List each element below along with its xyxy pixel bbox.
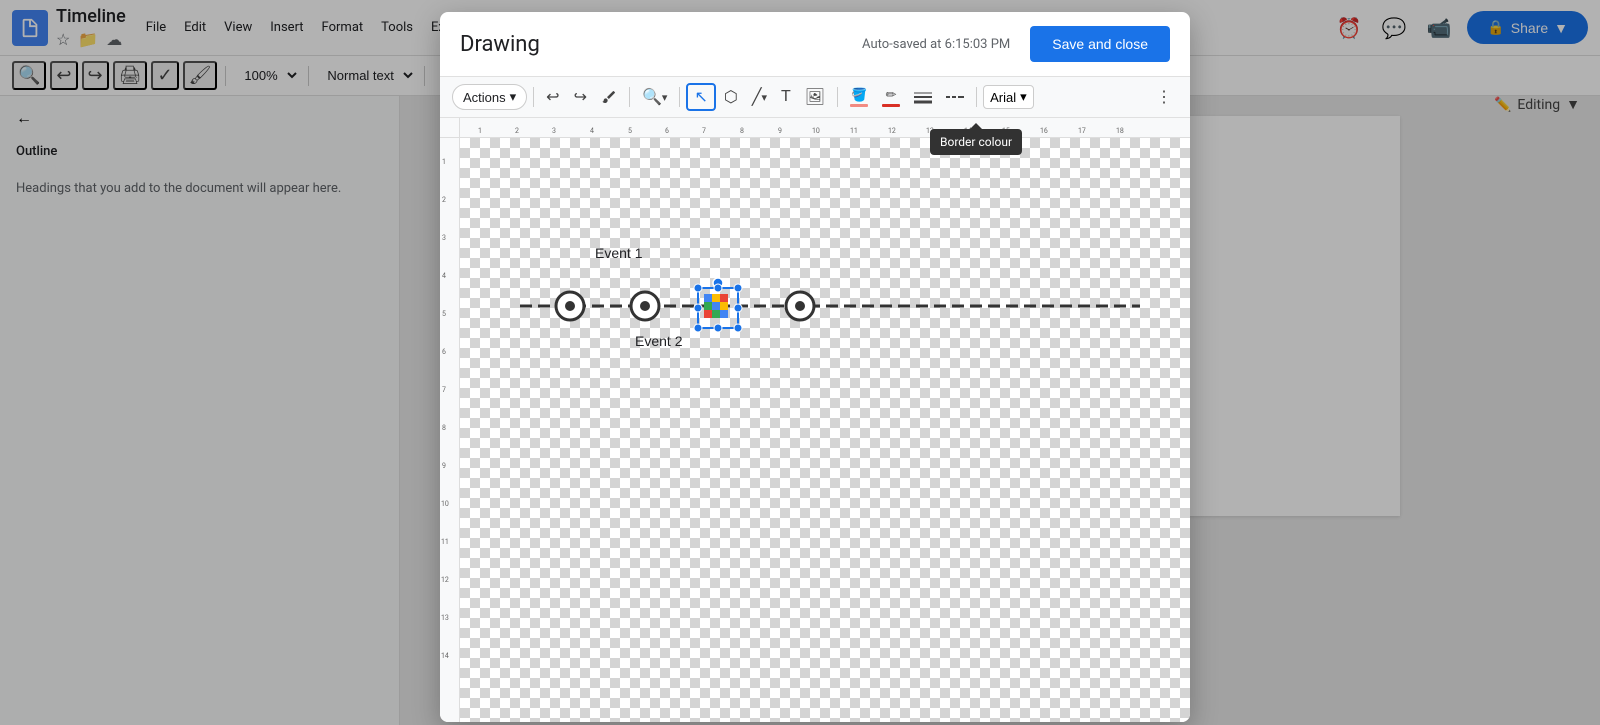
border-colour-tooltip: Border colour xyxy=(930,129,1022,155)
dialog-header: Drawing Auto-saved at 6:15:03 PM Save an… xyxy=(440,12,1190,77)
timeline-node-4-inner xyxy=(795,301,805,311)
dt-redo-btn[interactable]: ↪ xyxy=(568,83,593,111)
dt-line-weight-btn[interactable] xyxy=(908,86,938,108)
dt-paint-btn[interactable] xyxy=(595,85,623,109)
ruler-top: 1 2 3 4 5 6 7 8 9 10 11 12 13 14 15 16 1… xyxy=(460,118,1190,138)
dt-more-btn[interactable]: ⋮ xyxy=(1150,83,1178,111)
actions-chevron: ▾ xyxy=(510,89,517,105)
dt-shapes-btn[interactable]: ⬡ xyxy=(718,83,744,111)
dt-line-btn[interactable]: ╱ ▾ xyxy=(746,83,773,111)
event2-text: Event 2 xyxy=(635,333,683,349)
dt-undo-btn[interactable]: ↩ xyxy=(540,83,565,111)
event1-text: Event 1 xyxy=(595,245,643,261)
dt-border-color-btn[interactable]: ✏ xyxy=(876,83,906,111)
actions-button[interactable]: Actions ▾ xyxy=(452,84,527,110)
border-tooltip-text: Border colour xyxy=(940,135,1012,149)
drawing-canvas-area: 1 2 3 4 5 6 7 8 9 10 11 12 13 14 1 2 xyxy=(440,118,1190,722)
dt-text-btn[interactable]: T xyxy=(775,84,797,110)
dt-image-btn[interactable]: 🖼 xyxy=(799,83,831,111)
dt-select-btn[interactable]: ↖ xyxy=(686,83,715,111)
save-close-button[interactable]: Save and close xyxy=(1030,26,1170,62)
dt-divider-5 xyxy=(976,87,977,107)
ruler-corner xyxy=(440,118,460,138)
ruler-left: 1 2 3 4 5 6 7 8 9 10 11 12 13 14 xyxy=(440,118,460,722)
dialog-title: Drawing xyxy=(460,32,540,57)
canvas-with-ruler: 1 2 3 4 5 6 7 8 9 10 11 12 13 14 15 16 1… xyxy=(460,118,1190,722)
dt-font-select[interactable]: Arial ▾ xyxy=(983,85,1034,109)
timeline-svg: Event 1 xyxy=(460,138,1190,722)
drawing-toolbar: Actions ▾ ↩ ↪ 🔍 ▾ ↖ ⬡ ╱ ▾ T 🖼 🪣 ✏ xyxy=(440,77,1190,118)
dt-divider-3 xyxy=(679,87,680,107)
timeline-node-1-inner xyxy=(565,301,575,311)
dialog-autosave: Auto-saved at 6:15:03 PM xyxy=(862,37,1010,52)
dt-more-btn-wrap: ⋮ xyxy=(1150,83,1178,111)
dt-divider-4 xyxy=(837,87,838,107)
dt-zoom-btn[interactable]: 🔍 ▾ xyxy=(636,83,673,111)
actions-label: Actions xyxy=(463,90,506,105)
timeline-node-2-inner xyxy=(640,301,650,311)
font-chevron: ▾ xyxy=(1020,89,1027,105)
font-label: Arial xyxy=(990,90,1016,105)
dt-divider-2 xyxy=(629,87,630,107)
dt-divider-1 xyxy=(533,87,534,107)
selected-node-group xyxy=(694,284,742,332)
dt-line-dash-btn[interactable] xyxy=(940,88,970,106)
drawing-canvas[interactable]: Event 1 xyxy=(460,138,1190,722)
ruler-left-marks: 1 2 3 4 5 6 7 8 9 10 11 12 13 14 xyxy=(440,138,459,722)
dt-fill-color-btn[interactable]: 🪣 xyxy=(844,83,874,111)
drawing-dialog: Drawing Auto-saved at 6:15:03 PM Save an… xyxy=(440,12,1190,722)
canvas-container[interactable]: Event 1 xyxy=(460,138,1190,722)
